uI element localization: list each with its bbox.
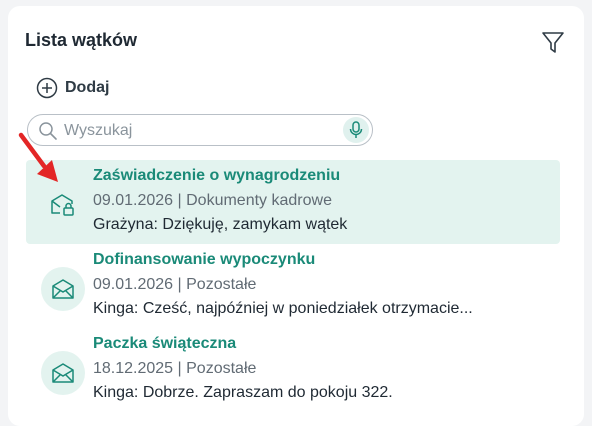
thread-status bbox=[41, 183, 85, 227]
envelope-lock-icon bbox=[51, 194, 74, 216]
search-input[interactable] bbox=[62, 119, 326, 143]
thread-meta: 09.01.2026 | Pozostałe bbox=[93, 276, 257, 293]
thread-title: Dofinansowanie wypoczynku bbox=[93, 251, 316, 268]
thread-item[interactable]: Zaświadczenie o wynagrodzeniu 09.01.2026… bbox=[26, 160, 560, 244]
add-thread-label: Dodaj bbox=[65, 79, 110, 96]
plus-circle-icon bbox=[36, 77, 58, 99]
add-thread-button[interactable]: Dodaj bbox=[36, 76, 109, 100]
open-envelope-icon bbox=[52, 279, 74, 299]
thread-status bbox=[41, 351, 85, 395]
thread-list-panel: Lista wątków Dodaj Wyszukaj Zaświadczeni… bbox=[8, 6, 584, 426]
open-envelope-icon bbox=[52, 363, 74, 383]
thread-preview: Kinga: Cześć, najpóźniej w poniedziałek … bbox=[93, 300, 473, 317]
panel-header: Lista wątków bbox=[25, 28, 584, 58]
thread-meta: 09.01.2026 | Dokumenty kadrowe bbox=[93, 192, 332, 209]
microphone-button[interactable] bbox=[343, 117, 369, 143]
search-box bbox=[27, 114, 373, 146]
thread-preview: Kinga: Dobrze. Zapraszam do pokoju 322. bbox=[93, 384, 393, 401]
thread-item[interactable]: Paczka świąteczna 18.12.2025 | Pozostałe… bbox=[26, 328, 560, 412]
panel-title: Lista wątków bbox=[25, 30, 138, 50]
thread-meta: 18.12.2025 | Pozostałe bbox=[93, 360, 257, 377]
thread-preview: Grażyna: Dziękuję, zamykam wątek bbox=[93, 216, 348, 233]
filter-icon[interactable] bbox=[539, 28, 567, 56]
annotation-arrow bbox=[18, 132, 58, 182]
microphone-icon bbox=[349, 121, 363, 138]
thread-status bbox=[41, 267, 85, 311]
thread-title: Zaświadczenie o wynagrodzeniu bbox=[93, 167, 341, 184]
thread-list: Zaświadczenie o wynagrodzeniu 09.01.2026… bbox=[26, 160, 560, 412]
thread-item[interactable]: Dofinansowanie wypoczynku 09.01.2026 | P… bbox=[26, 244, 560, 328]
thread-title: Paczka świąteczna bbox=[93, 335, 237, 352]
